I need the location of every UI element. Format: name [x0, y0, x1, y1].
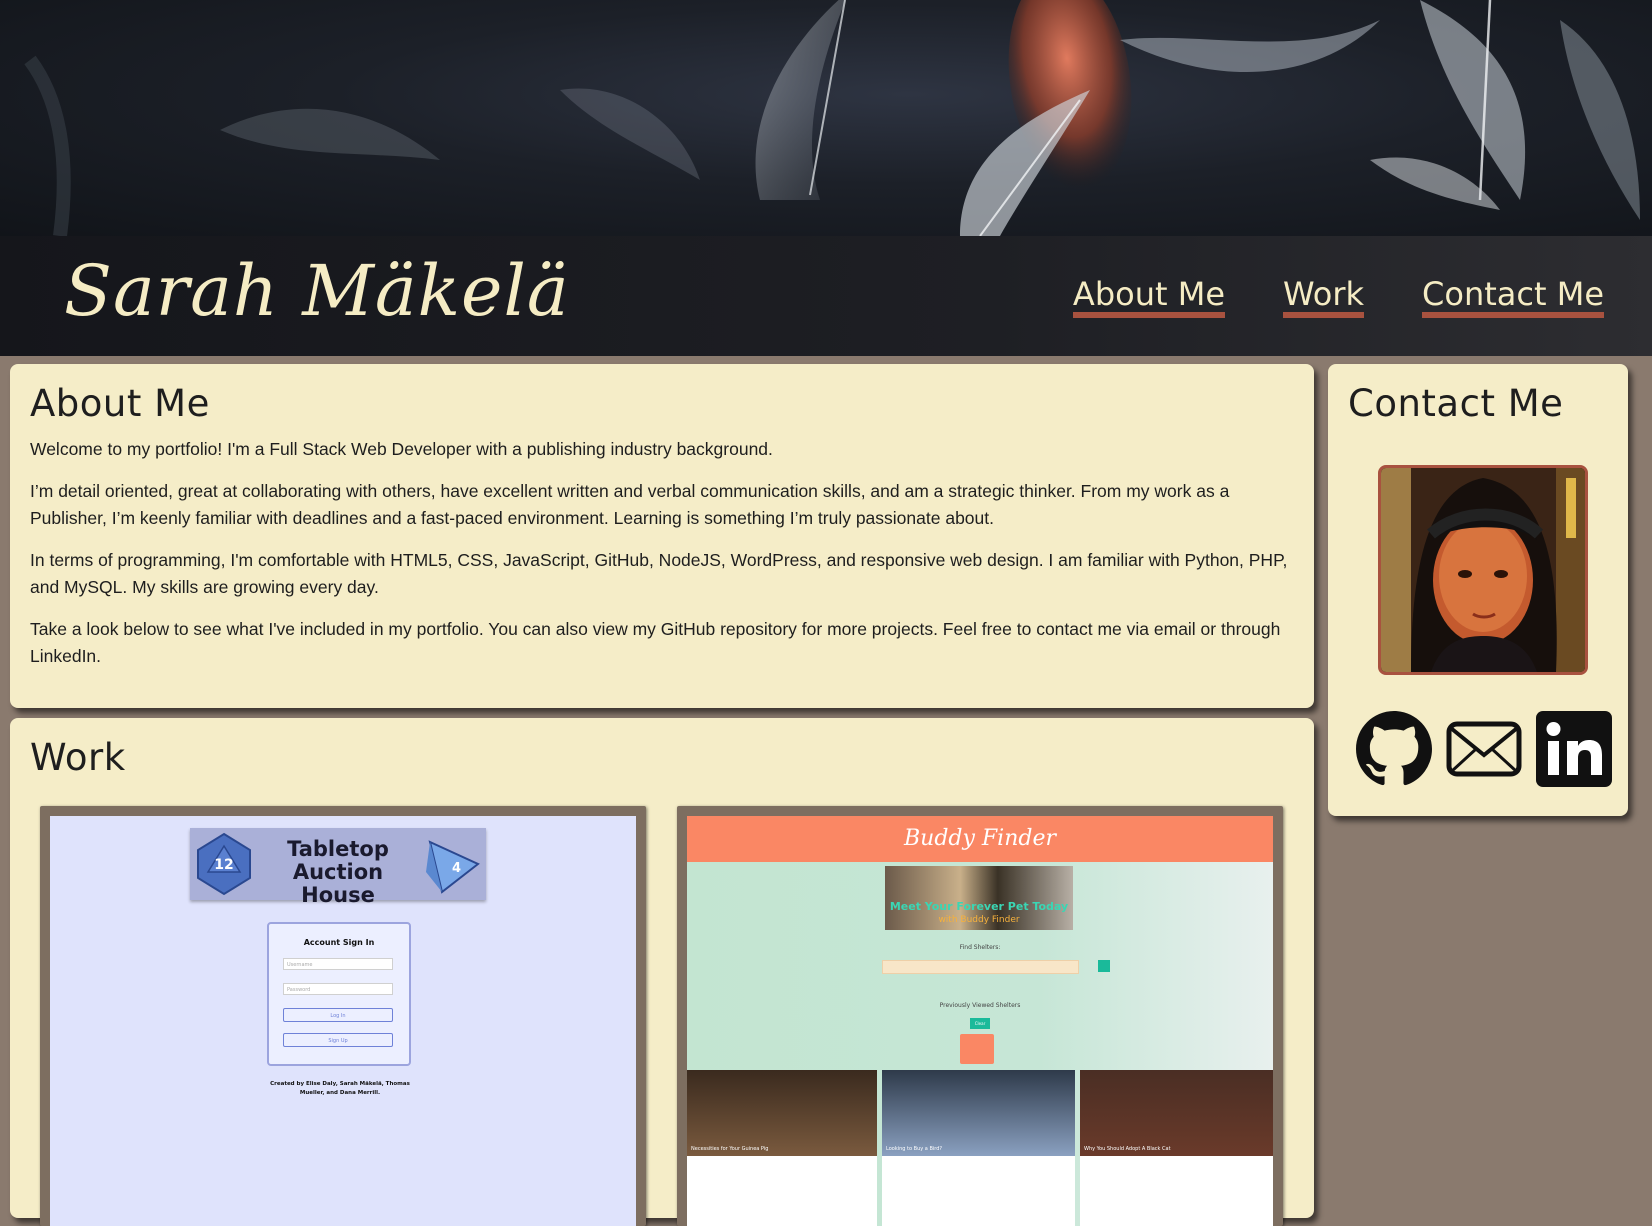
- tile-caption: Looking to Buy a Bird?: [886, 1146, 943, 1152]
- feathers-image: [24, 0, 1640, 236]
- credits-line: Mueller, and Dana Merrill.: [299, 1090, 381, 1096]
- signup-button: Sign Up: [283, 1033, 393, 1047]
- hero-banner: [0, 0, 1652, 236]
- credits-line: Created by Elise Daly, Sarah Mäkelä, Tho…: [270, 1081, 410, 1087]
- about-paragraph: Welcome to my portfolio! I'm a Full Stac…: [30, 439, 773, 459]
- search-input: [882, 960, 1079, 974]
- tile-caption: Why You Should Adopt A Black Cat: [1084, 1146, 1171, 1152]
- signin-box: Account Sign In Username Password Log In…: [267, 922, 411, 1066]
- email-icon[interactable]: [1446, 721, 1522, 781]
- about-section: About Me Welcome to my portfolio! I'm a …: [10, 364, 1314, 708]
- username-input: Username: [283, 958, 393, 970]
- search-button: [1098, 960, 1110, 972]
- nav-work[interactable]: Work: [1283, 276, 1365, 318]
- project-card-tabletop[interactable]: 12 Tabletop Auction House 4 Account Sign…: [40, 806, 646, 1226]
- project-screenshot: Buddy Finder Meet Your Forever Pet Today…: [687, 816, 1273, 1226]
- shelter-chip: [960, 1034, 994, 1064]
- login-button: Log In: [283, 1008, 393, 1022]
- nav-contact-me[interactable]: Contact Me: [1422, 276, 1604, 318]
- buddy-finder-title: Buddy Finder: [903, 826, 1056, 851]
- about-text: Welcome to my portfolio! I'm a Full Stac…: [30, 436, 1290, 685]
- find-shelters-label: Find Shelters:: [959, 944, 1001, 951]
- contact-heading: Contact Me: [1348, 382, 1564, 425]
- work-heading: Work: [30, 736, 126, 779]
- clear-button: Clear: [970, 1018, 990, 1029]
- project-logo-banner: 12 Tabletop Auction House 4: [190, 828, 486, 907]
- svg-text:4: 4: [452, 861, 461, 876]
- buddy-finder-header: Buddy Finder: [687, 816, 1273, 862]
- password-input: Password: [283, 983, 393, 995]
- site-header: Sarah Mäkelä About Me Work Contact Me: [0, 236, 1652, 356]
- about-paragraph: I’m detail oriented, great at collaborat…: [30, 481, 1230, 528]
- github-icon[interactable]: [1356, 711, 1432, 791]
- about-paragraph: In terms of programming, I'm comfortable…: [30, 550, 1288, 597]
- work-section: Work 12 Tabletop Auction House 4 Account…: [10, 718, 1314, 1226]
- site-title: Sarah Mäkelä: [64, 250, 570, 332]
- nav-about-me[interactable]: About Me: [1072, 276, 1225, 318]
- about-paragraph: Take a look below to see what I've inclu…: [30, 619, 1281, 666]
- svg-text:12: 12: [214, 857, 233, 873]
- tile-caption: Necessities for Your Guinea Pig: [691, 1146, 769, 1152]
- project-screenshot: 12 Tabletop Auction House 4 Account Sign…: [50, 816, 636, 1226]
- project-logo-title-line2: House: [301, 883, 375, 907]
- d4-dice-icon: 4: [426, 840, 480, 894]
- signin-title: Account Sign In: [303, 938, 375, 947]
- main-nav: About Me Work Contact Me: [1072, 276, 1604, 318]
- linkedin-icon[interactable]: [1536, 711, 1612, 791]
- project-logo-title-line1: Tabletop Auction: [287, 837, 389, 884]
- project-card-buddy-finder[interactable]: Buddy Finder Meet Your Forever Pet Today…: [677, 806, 1283, 1226]
- banner-subtext: with Buddy Finder: [938, 915, 1020, 925]
- d20-dice-icon: 12: [197, 832, 251, 896]
- contact-section: Contact Me: [1328, 364, 1628, 816]
- previous-shelters-label: Previously Viewed Shelters: [939, 1002, 1021, 1009]
- social-icons: [1356, 711, 1612, 791]
- banner-text: Meet Your Forever Pet Today: [889, 900, 1069, 913]
- profile-photo: [1378, 465, 1588, 675]
- about-heading: About Me: [30, 382, 210, 425]
- project-credits: Created by Elise Daly, Sarah Mäkelä, Tho…: [230, 1080, 450, 1098]
- pet-banner-image: Meet Your Forever Pet Today with Buddy F…: [885, 866, 1073, 930]
